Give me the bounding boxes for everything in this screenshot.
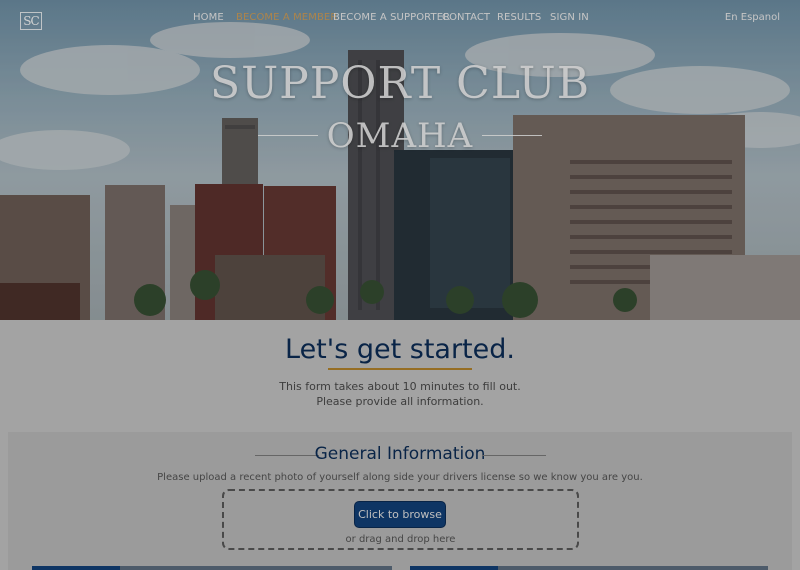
- intro-line-2: Please provide all information.: [316, 395, 484, 408]
- form-field-left-edge-rest: [120, 566, 392, 570]
- nav-results[interactable]: RESULTS: [497, 12, 541, 23]
- drag-drop-hint: or drag and drop here: [345, 534, 456, 545]
- photo-dropzone[interactable]: Click to browse or drag and drop here: [222, 489, 579, 550]
- form-field-right-edge-rest: [498, 566, 768, 570]
- nav-become-a-supporter[interactable]: BECOME A SUPPORTER: [333, 12, 450, 23]
- browse-button[interactable]: Click to browse: [354, 501, 446, 528]
- section-title: General Information: [314, 444, 486, 464]
- hero-divider-right: [482, 135, 542, 136]
- section-rule-right: [482, 455, 546, 456]
- signup-form-area: Let's get started. This form takes about…: [0, 320, 800, 570]
- intro-line-1: This form takes about 10 minutes to fill…: [279, 380, 521, 393]
- hero-dim-overlay: [0, 0, 800, 320]
- hero-subtitle: OMAHA: [326, 116, 474, 156]
- general-information-section: General Information Please upload a rece…: [8, 432, 792, 570]
- form-field-right-edge: [410, 566, 498, 570]
- form-field-left-edge: [32, 566, 120, 570]
- upload-instructions: Please upload a recent photo of yourself…: [157, 472, 643, 483]
- nav-sign-in[interactable]: SIGN IN: [550, 12, 589, 23]
- nav-contact[interactable]: CONTACT: [442, 12, 490, 23]
- page-heading: Let's get started.: [285, 334, 515, 365]
- nav-home[interactable]: HOME: [193, 12, 224, 23]
- hero-title: SUPPORT CLUB: [209, 58, 591, 109]
- hero-banner: SC HOME BECOME A MEMBER BECOME A SUPPORT…: [0, 0, 800, 320]
- language-toggle-link[interactable]: En Espanol: [725, 12, 780, 23]
- heading-underline: [328, 368, 472, 370]
- nav-become-a-member[interactable]: BECOME A MEMBER: [236, 12, 337, 23]
- main-navigation: HOME BECOME A MEMBER BECOME A SUPPORTER …: [0, 12, 800, 26]
